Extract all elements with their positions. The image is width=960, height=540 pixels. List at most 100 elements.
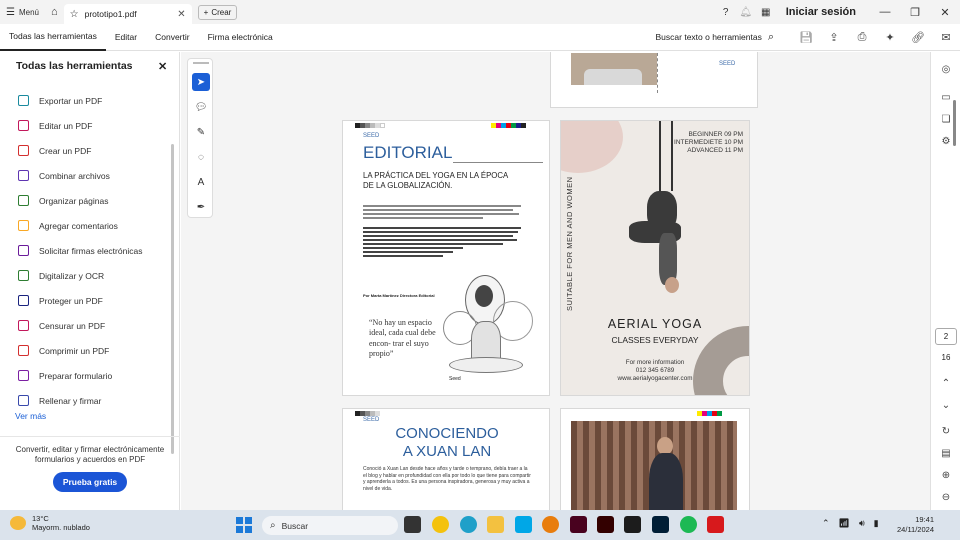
close-panel-icon[interactable]: ✕	[158, 60, 167, 73]
bell-icon[interactable]: 🔔︎	[736, 0, 756, 24]
photoshop-icon[interactable]	[652, 516, 669, 533]
new-tab-button[interactable]: + Crear	[197, 4, 238, 20]
toolbar-grip[interactable]	[193, 62, 209, 64]
zoom-out-icon[interactable]: ⊖	[937, 488, 955, 506]
restore-icon[interactable]: ❐	[900, 6, 930, 19]
registration-colorbar	[355, 123, 385, 128]
pdf-page-photo[interactable]	[560, 408, 750, 510]
panel-title: Todas las herramientas	[16, 60, 133, 72]
hamburger-icon: ☰	[6, 6, 15, 18]
indesign-icon[interactable]	[570, 516, 587, 533]
tool-item[interactable]: Agregar comentarios	[18, 213, 142, 238]
search-tools-button[interactable]: Buscar texto o herramientas ⌕	[656, 31, 792, 44]
print-icon[interactable]: ⎙	[848, 24, 876, 51]
tool-item[interactable]: Organizar páginas	[18, 188, 142, 213]
yoga-contact-info: For more information 012 345 6789 www.ae…	[561, 359, 749, 384]
document-viewer[interactable]: ➤ 💬︎ ✎ ◌ A ✒ SEED SEED EDITORIAL LA PRÁC…	[181, 52, 930, 510]
xuan-title-line2: A XUAN LAN	[402, 443, 492, 460]
wifi-icon[interactable]: 📶︎	[839, 518, 850, 529]
free-trial-button[interactable]: Prueba gratis	[53, 472, 127, 492]
tool-item[interactable]: Crear un PDF	[18, 138, 142, 163]
apps-grid-icon[interactable]: ▦	[756, 0, 776, 24]
link-icon[interactable]: 🔗︎	[904, 24, 932, 51]
tray-chevron-icon[interactable]: ⌃	[822, 518, 830, 529]
help-icon[interactable]: ?	[716, 0, 736, 24]
select-cursor-icon[interactable]: ➤	[192, 73, 210, 91]
tool-item[interactable]: Exportar un PDF	[18, 88, 142, 113]
document-tab[interactable]: ☆ prototipo1.pdf ✕	[63, 4, 192, 24]
zoom-in-icon[interactable]: ⊕	[937, 466, 955, 484]
tool-item[interactable]: Digitalizar y OCR	[18, 263, 142, 288]
tool-item[interactable]: Censurar un PDF	[18, 313, 142, 338]
tool-item[interactable]: Comprimir un PDF	[18, 338, 142, 363]
text-box-icon[interactable]: A	[192, 173, 210, 191]
see-more-link[interactable]: Ver más	[15, 411, 46, 421]
tool-item[interactable]: Preparar formulario	[18, 363, 142, 388]
page-thumbnail-icon[interactable]: ▤	[937, 444, 955, 462]
woman-photo	[571, 421, 737, 510]
ai-chat-icon[interactable]: ◎	[937, 60, 955, 78]
upload-icon[interactable]: ⇪	[820, 24, 848, 51]
refresh-icon[interactable]: ↻	[937, 422, 955, 440]
highlight-pen-icon[interactable]: ✎	[192, 123, 210, 141]
star-icon[interactable]: ☆	[70, 9, 79, 20]
tool-item[interactable]: Combinar archivos	[18, 163, 142, 188]
close-window-icon[interactable]: ✕	[930, 6, 960, 19]
tool-item[interactable]: Proteger un PDF	[18, 288, 142, 313]
plus-icon: +	[203, 7, 209, 17]
tool-icon	[18, 220, 29, 231]
tab-convert[interactable]: Convertir	[146, 24, 198, 51]
battery-icon[interactable]: ▮	[874, 518, 879, 529]
minimize-icon[interactable]: —	[870, 6, 900, 18]
menu-button[interactable]: ☰ Menú	[0, 0, 45, 24]
title-rule	[453, 162, 543, 163]
taskbar-search[interactable]: ⌕ Buscar	[262, 516, 398, 535]
tool-item[interactable]: Editar un PDF	[18, 113, 142, 138]
tool-item[interactable]: Rellenar y firmar	[18, 388, 142, 413]
fill-sign-icon[interactable]: ✒	[192, 198, 210, 216]
pdf-page-editorial[interactable]: SEED EDITORIAL LA PRÁCTICA DEL YOGA EN L…	[342, 120, 550, 396]
pdf-page-xuan-lan[interactable]: SEED CONOCIENDO A XUAN LAN Conoció a Xua…	[342, 408, 550, 510]
chrome-icon[interactable]	[432, 516, 449, 533]
tool-item[interactable]: Solicitar firmas electrónicas	[18, 238, 142, 263]
blender-icon[interactable]	[542, 516, 559, 533]
time-advanced: ADVANCED 11 PM	[687, 146, 743, 154]
weather-widget[interactable]: 13°C Mayorm. nublado	[10, 514, 90, 533]
save-icon[interactable]: 💾︎	[792, 24, 820, 51]
chevron-up-icon[interactable]: ⌃	[937, 374, 955, 392]
volume-icon[interactable]: 🔊︎	[859, 518, 865, 529]
chevron-down-icon[interactable]: ⌄	[937, 396, 955, 414]
pdf-page-aerial-yoga[interactable]: BEGINNER 09 PM INTERMEDIETE 10 PM ADVANC…	[560, 120, 750, 396]
acrobat-icon[interactable]	[707, 516, 724, 533]
pdf-page-top[interactable]: SEED	[550, 52, 758, 108]
edge-icon[interactable]	[460, 516, 477, 533]
aerial-yoga-title: AERIAL YOGA	[607, 317, 703, 331]
windows-start-icon[interactable]	[236, 517, 252, 533]
file-explorer-icon[interactable]	[487, 516, 504, 533]
mail-icon[interactable]: ✉	[932, 24, 960, 51]
tab-e-sign[interactable]: Firma electrónica	[199, 24, 282, 51]
spotify-icon[interactable]	[680, 516, 697, 533]
tab-all-tools[interactable]: Todas las herramientas	[0, 24, 106, 51]
home-button[interactable]: ⌂	[45, 0, 64, 24]
tab-edit[interactable]: Editar	[106, 24, 146, 51]
task-view-icon[interactable]	[404, 516, 421, 533]
signin-button[interactable]: Iniciar sesión	[776, 6, 870, 18]
close-tab-icon[interactable]: ✕	[177, 9, 185, 20]
ai-assistant-icon[interactable]: ✦	[876, 24, 904, 51]
skype-icon[interactable]	[515, 516, 532, 533]
draw-lasso-icon[interactable]: ◌	[192, 148, 210, 166]
rail-scrollbar[interactable]	[953, 100, 956, 146]
editorial-title: EDITORIAL	[363, 143, 453, 162]
davinci-icon[interactable]	[624, 516, 641, 533]
tool-label: Digitalizar y OCR	[39, 270, 105, 281]
current-page-field[interactable]: 2	[935, 328, 957, 345]
clock[interactable]: 19:41 24/11/2024	[894, 515, 934, 535]
tool-list: Exportar un PDF Editar un PDF Crear un PDF…	[18, 88, 142, 413]
system-tray: ⌃ 📶︎ 🔊︎ ▮	[822, 518, 879, 529]
weather-text: Mayorm. nublado	[32, 523, 90, 533]
comment-icon[interactable]: 💬︎	[192, 98, 210, 116]
panel-scrollbar[interactable]	[171, 144, 174, 454]
taskbar-search-icon: ⌕	[270, 520, 276, 531]
illustrator-icon[interactable]	[597, 516, 614, 533]
